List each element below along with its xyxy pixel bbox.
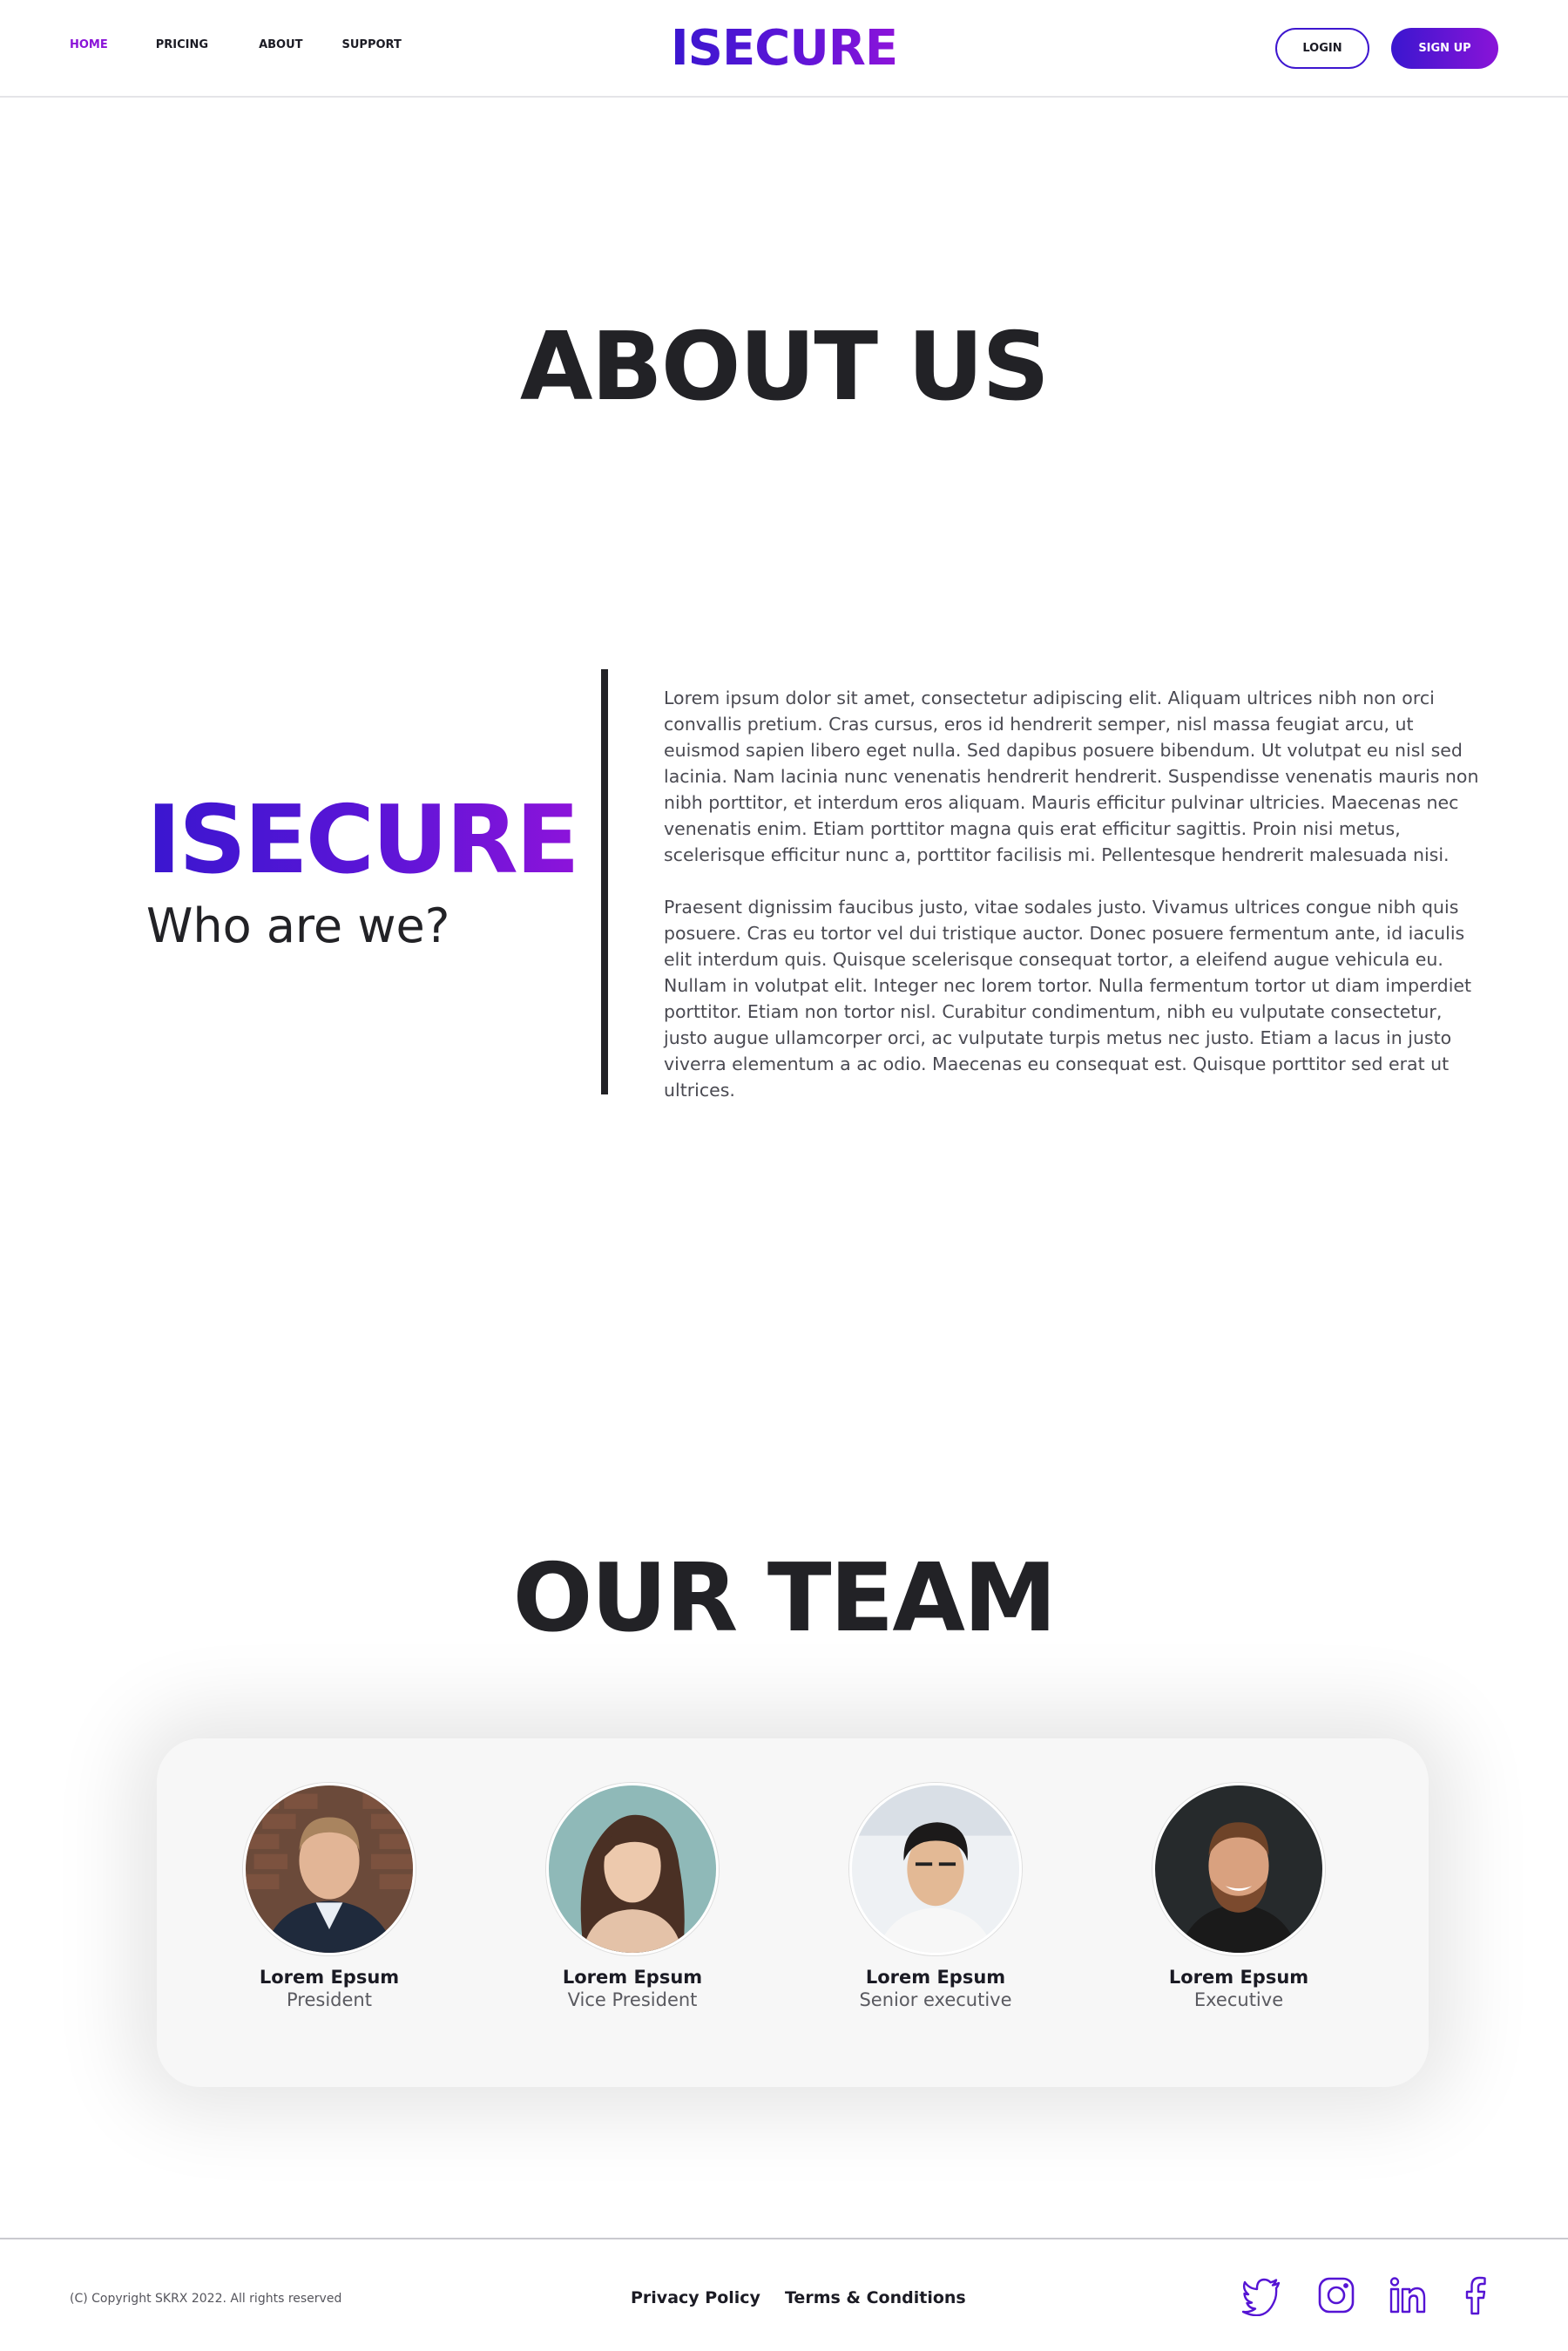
header-logo-text: ISECURE	[671, 12, 898, 85]
member-role: President	[287, 1989, 372, 2010]
team-member-card: Lorem Epsum President	[199, 1783, 460, 2011]
avatar	[546, 1783, 719, 1955]
team-title: OUR TEAM	[512, 1544, 1058, 1653]
about-text-block: Lorem ipsum dolor sit amet, consectetur …	[664, 685, 1483, 1103]
team-member-card: Lorem Epsum Vice President	[502, 1783, 763, 2011]
avatar	[849, 1783, 1022, 1955]
site-footer: (C) Copyright SKRX 2022. All rights rese…	[0, 2238, 1568, 2351]
site-header: HOME PRICING ABOUT SUPPORT ISECURE LOGIN…	[0, 0, 1568, 98]
about-brand-logo: ISECURE	[146, 786, 580, 895]
avatar	[243, 1783, 416, 1955]
team-member-card: Lorem Epsum Senior executive	[805, 1783, 1066, 2011]
member-name: Lorem Epsum	[865, 1967, 1006, 1988]
team-member-card: Lorem Epsum Executive	[1108, 1783, 1369, 2011]
about-tagline: Who are we?	[146, 898, 450, 953]
member-name: Lorem Epsum	[259, 1967, 400, 1988]
member-name: Lorem Epsum	[1168, 1967, 1309, 1988]
privacy-policy-link[interactable]: Privacy Policy	[631, 2288, 760, 2307]
member-name: Lorem Epsum	[562, 1967, 703, 1988]
member-role: Vice President	[567, 1989, 698, 2010]
facebook-icon[interactable]	[1455, 2274, 1497, 2316]
about-paragraph-2: Praesent dignissim faucibus justo, vitae…	[664, 897, 1472, 1101]
avatar	[1152, 1783, 1325, 1955]
about-title: ABOUT US	[519, 313, 1050, 422]
about-paragraph-1: Lorem ipsum dolor sit amet, consectetur …	[664, 688, 1479, 865]
linkedin-icon[interactable]	[1387, 2274, 1429, 2316]
login-button[interactable]: LOGIN	[1275, 28, 1369, 69]
twitter-icon[interactable]	[1240, 2274, 1282, 2317]
terms-link[interactable]: Terms & Conditions	[785, 2288, 966, 2307]
signup-button[interactable]: SIGN UP	[1391, 28, 1498, 69]
vertical-divider	[601, 669, 608, 1094]
member-role: Senior executive	[859, 1989, 1012, 2010]
instagram-icon[interactable]	[1315, 2274, 1357, 2316]
member-role: Executive	[1193, 1989, 1284, 2010]
copyright-text: (C) Copyright SKRX 2022. All rights rese…	[70, 2292, 342, 2306]
